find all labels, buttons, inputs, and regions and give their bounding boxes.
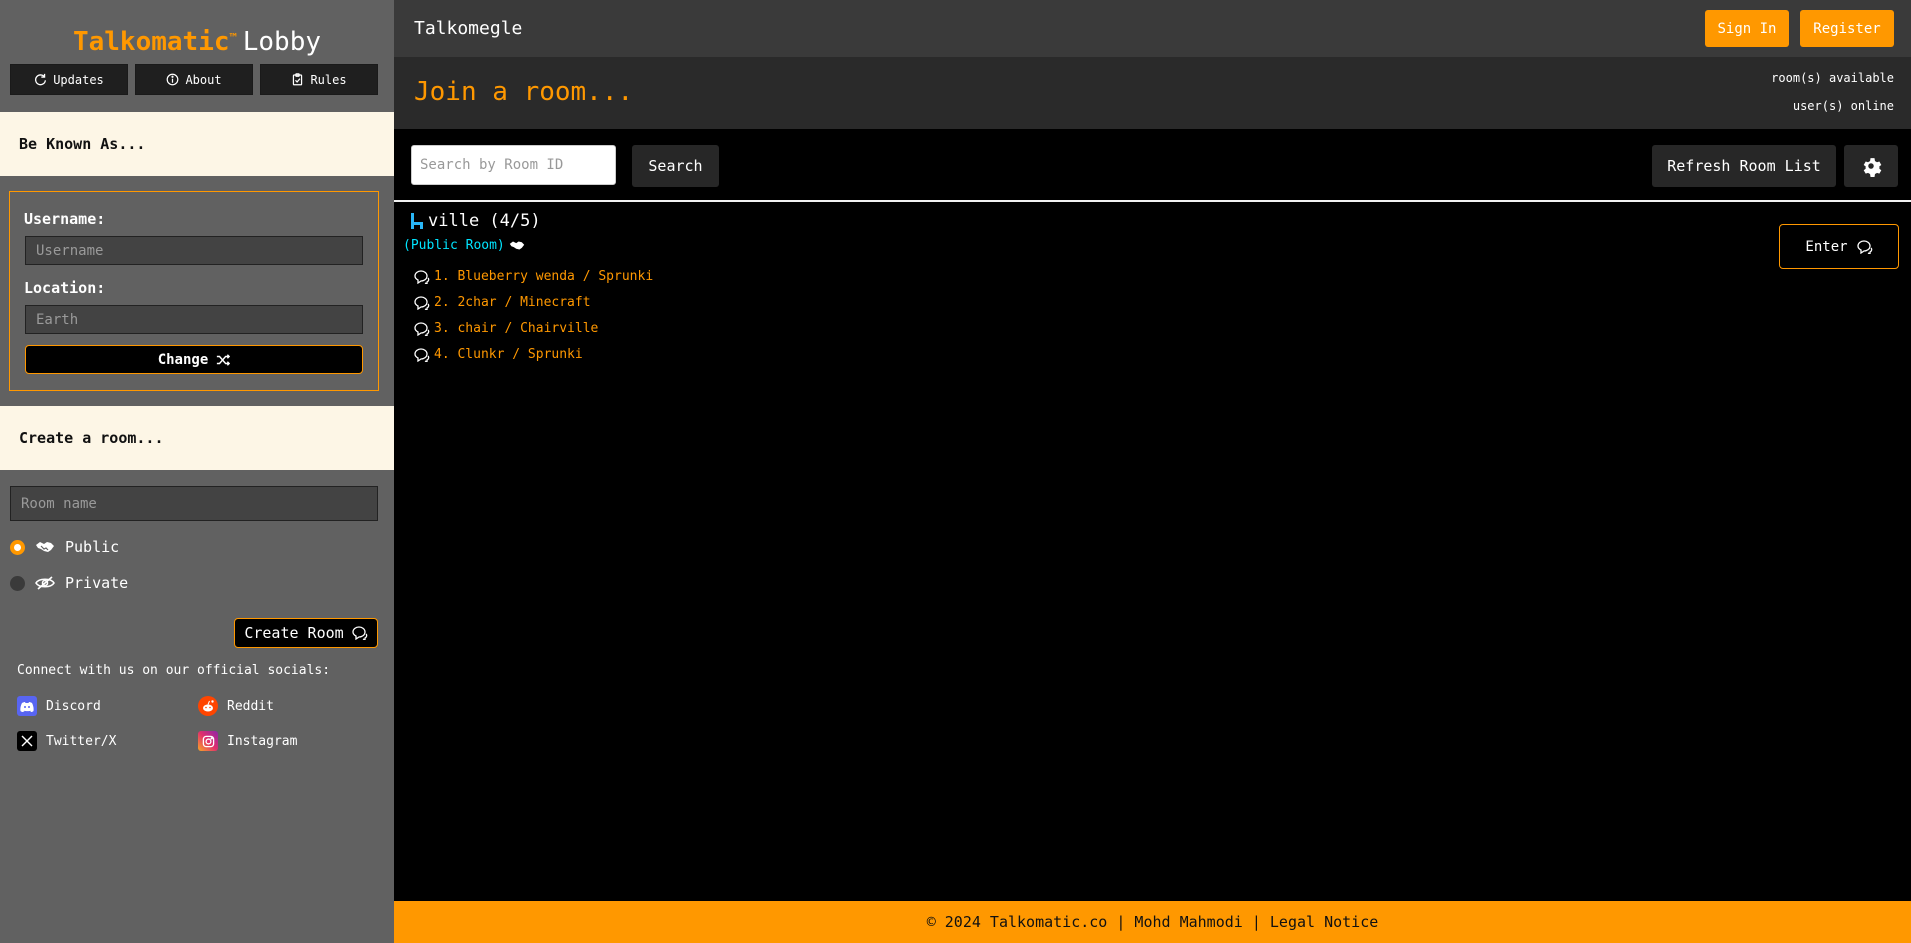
reddit-icon bbox=[198, 696, 218, 716]
room-user-label: 4. Clunkr / Sprunki bbox=[434, 347, 583, 362]
public-radio-option[interactable]: Public bbox=[10, 538, 119, 556]
private-label: Private bbox=[65, 574, 129, 592]
room-user-row: 2. 2char / Minecraft bbox=[414, 295, 591, 310]
location-input[interactable] bbox=[25, 305, 363, 334]
handshake-icon bbox=[509, 241, 524, 250]
room-title: ville (4/5) bbox=[410, 211, 541, 231]
settings-button[interactable] bbox=[1844, 145, 1898, 187]
room-user-label: 3. chair / Chairville bbox=[434, 321, 599, 336]
create-room-button[interactable]: Create Room bbox=[234, 618, 378, 648]
instagram-label: Instagram bbox=[227, 733, 298, 749]
join-room-title: Join a room... bbox=[414, 77, 634, 107]
about-button[interactable]: About bbox=[135, 64, 253, 95]
room-id-search-input[interactable] bbox=[411, 145, 616, 185]
private-radio[interactable] bbox=[10, 575, 25, 591]
chat-bubbles-icon bbox=[414, 295, 430, 310]
footer-text: © 2024 Talkomatic.co | Mohd Mahmodi | Le… bbox=[926, 913, 1379, 931]
logo-suffix: Lobby bbox=[242, 27, 322, 57]
reddit-link[interactable]: Reddit bbox=[198, 696, 274, 716]
about-label: About bbox=[185, 72, 222, 87]
instagram-icon bbox=[198, 731, 218, 751]
change-label: Change bbox=[157, 351, 209, 368]
chat-bubbles-icon bbox=[1856, 239, 1872, 254]
twitter-label: Twitter/X bbox=[46, 733, 117, 749]
location-label: Location: bbox=[24, 279, 106, 297]
site-title: Talkomegle bbox=[414, 18, 523, 39]
room-name-input[interactable] bbox=[10, 486, 378, 521]
updates-button[interactable]: Updates bbox=[10, 64, 128, 95]
chat-bubbles-icon bbox=[414, 321, 430, 336]
sidebar: Talkomatic™ Lobby Updates About Rules Be … bbox=[0, 0, 394, 943]
reddit-label: Reddit bbox=[227, 698, 274, 714]
create-room-heading: Create a room... bbox=[0, 406, 394, 470]
sign-in-button[interactable]: Sign In bbox=[1705, 10, 1789, 47]
search-button[interactable]: Search bbox=[632, 145, 719, 187]
top-bar: Talkomegle Sign In Register bbox=[394, 0, 1911, 57]
username-label: Username: bbox=[24, 210, 106, 228]
chat-bubbles-icon bbox=[352, 626, 367, 640]
eye-slash-icon bbox=[35, 576, 55, 590]
room-user-label: 1. Blueberry wenda / Sprunki bbox=[434, 269, 654, 284]
room-user-row: 3. chair / Chairville bbox=[414, 321, 598, 336]
enter-room-button[interactable]: Enter bbox=[1779, 224, 1899, 269]
join-bar: Join a room... room(s) available user(s)… bbox=[394, 57, 1911, 129]
chat-bubbles-icon bbox=[414, 347, 430, 362]
room-name: ville (4/5) bbox=[428, 211, 541, 231]
room-user-row: 1. Blueberry wenda / Sprunki bbox=[414, 269, 653, 284]
refresh-room-list-button[interactable]: Refresh Room List bbox=[1652, 145, 1836, 187]
chair-icon bbox=[411, 213, 423, 229]
logo-trademark: ™ bbox=[229, 31, 237, 45]
room-user-row: 4. Clunkr / Sprunki bbox=[414, 347, 583, 362]
clipboard-icon bbox=[293, 73, 303, 86]
gear-icon bbox=[1863, 158, 1882, 177]
room-type-text: (Public Room) bbox=[403, 238, 505, 253]
public-radio[interactable] bbox=[10, 539, 25, 555]
logo-brand: Talkomatic bbox=[72, 27, 230, 57]
be-known-as-heading: Be Known As... bbox=[0, 112, 394, 176]
register-button[interactable]: Register bbox=[1800, 10, 1894, 47]
create-room-label: Create Room bbox=[244, 624, 344, 642]
refresh-icon bbox=[35, 73, 47, 86]
rooms-available-count: room(s) available bbox=[1771, 71, 1894, 85]
room-user-label: 2. 2char / Minecraft bbox=[434, 295, 591, 310]
socials-title: Connect with us on our official socials: bbox=[17, 663, 331, 678]
app-root: Talkomatic™ Lobby Updates About Rules Be … bbox=[0, 0, 1911, 943]
search-bar: Search Refresh Room List bbox=[394, 129, 1911, 202]
discord-icon bbox=[17, 696, 37, 716]
discord-link[interactable]: Discord bbox=[17, 696, 101, 716]
instagram-link[interactable]: Instagram bbox=[198, 731, 297, 751]
change-button[interactable]: Change bbox=[25, 345, 363, 374]
shuffle-icon bbox=[217, 353, 231, 366]
discord-label: Discord bbox=[46, 698, 101, 714]
username-input[interactable] bbox=[25, 236, 363, 265]
users-online-count: user(s) online bbox=[1792, 99, 1894, 113]
lobby-logo: Talkomatic™ Lobby bbox=[0, 22, 394, 62]
chat-bubbles-icon bbox=[414, 269, 430, 284]
room-type-label: (Public Room) bbox=[403, 238, 525, 253]
footer: © 2024 Talkomatic.co | Mohd Mahmodi | Le… bbox=[394, 901, 1911, 943]
rules-label: Rules bbox=[310, 72, 347, 87]
enter-label: Enter bbox=[1805, 238, 1848, 255]
public-label: Public bbox=[65, 538, 120, 556]
info-icon bbox=[167, 73, 179, 86]
x-icon bbox=[17, 731, 37, 751]
updates-label: Updates bbox=[53, 72, 104, 87]
private-radio-option[interactable]: Private bbox=[10, 574, 128, 592]
twitter-link[interactable]: Twitter/X bbox=[17, 731, 116, 751]
rules-button[interactable]: Rules bbox=[260, 64, 378, 95]
handshake-icon bbox=[36, 542, 54, 552]
